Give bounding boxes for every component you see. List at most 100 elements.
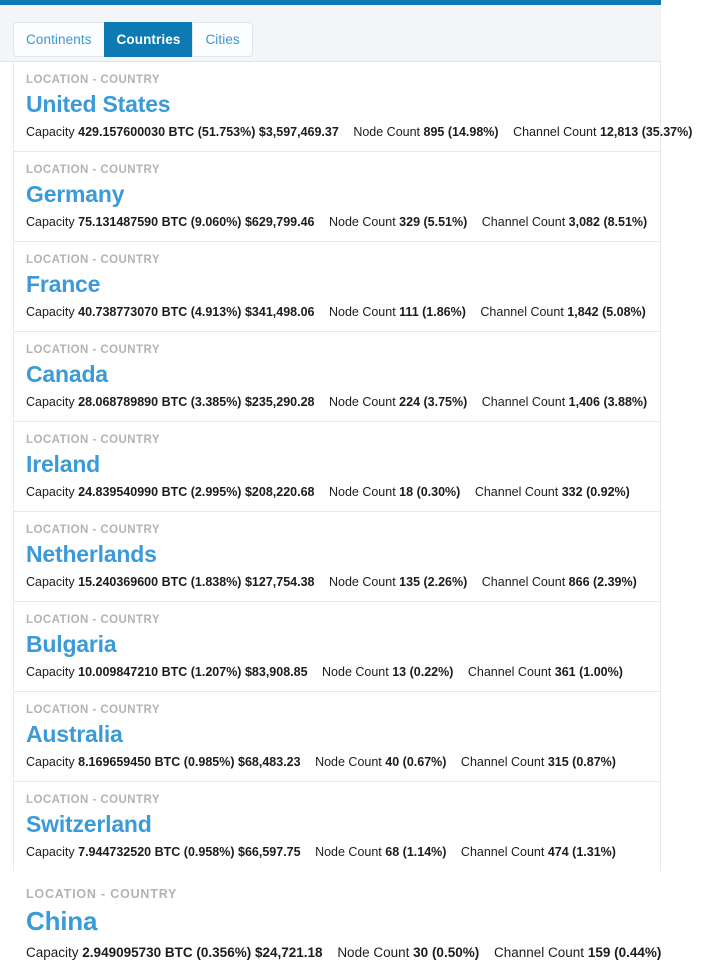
capacity-percent: (4.913%) (190, 305, 242, 319)
capacity-unit: BTC (168, 125, 195, 139)
capacity-btc: 8.169659450 (78, 755, 152, 769)
row-stats: Capacity 10.009847210 BTC (1.207%) $83,9… (26, 664, 660, 681)
node-count-percent: (0.30%) (416, 485, 461, 499)
channel-count-label: Channel Count (493, 945, 585, 960)
country-name-link[interactable]: Switzerland (26, 809, 660, 840)
row-stats: Capacity 7.944732520 BTC (0.958%) $66,59… (26, 844, 660, 861)
stat-group: Node Count 329 (5.51%) (329, 215, 471, 229)
row-kicker: LOCATION - COUNTRY (26, 887, 178, 901)
channel-count-value: 1,842 (567, 305, 599, 319)
channel-count-label: Channel Count (481, 395, 566, 409)
capacity-usd: $208,220.68 (244, 485, 315, 499)
country-name-link[interactable]: Canada (26, 359, 660, 390)
row-stats: Capacity 24.839540990 BTC (2.995%) $208,… (26, 484, 660, 501)
channel-count-label: Channel Count (474, 485, 559, 499)
row-stats: Capacity 75.131487590 BTC (9.060%) $629,… (26, 214, 660, 231)
country-name-link[interactable]: Ireland (26, 449, 660, 480)
row-kicker: LOCATION - COUNTRY (26, 614, 160, 626)
channel-count-label: Channel Count (460, 845, 545, 859)
capacity-label: Capacity (26, 485, 75, 499)
channel-count-value: 12,813 (599, 125, 639, 139)
node-count-label: Node Count (328, 395, 396, 409)
list-item[interactable]: LOCATION - COUNTRY Canada Capacity 28.0687… (14, 332, 660, 422)
stat-group: Node Count 18 (0.30%) (329, 485, 464, 499)
list-item[interactable]: LOCATION - COUNTRY Netherlands Capacity 15… (14, 512, 660, 602)
country-name-link[interactable]: United States (26, 89, 660, 120)
node-count-percent: (2.26%) (423, 575, 468, 589)
capacity-label: Capacity (26, 395, 75, 409)
node-count-label: Node Count (328, 305, 396, 319)
stat-group: Channel Count 361 (1.00%) (468, 665, 623, 679)
stat-group: Capacity 24.839540990 BTC (2.995%) $208,… (26, 485, 318, 499)
channel-count-percent: (2.39%) (593, 575, 637, 589)
list-item[interactable]: LOCATION - COUNTRY Switzerland Capacity 7.… (14, 782, 660, 871)
capacity-percent: (1.207%) (190, 665, 242, 679)
capacity-btc: 7.944732520 (78, 845, 152, 859)
channel-count-label: Channel Count (460, 755, 545, 769)
channel-count-value: 159 (587, 945, 611, 960)
channel-count-value: 315 (547, 755, 569, 769)
capacity-percent: (2.995%) (190, 485, 242, 499)
capacity-btc: 429.157600030 (78, 125, 166, 139)
capacity-label: Capacity (26, 845, 75, 859)
node-count-percent: (0.50%) (431, 945, 480, 960)
node-count-value: 30 (413, 945, 429, 960)
row-kicker: LOCATION - COUNTRY (26, 74, 160, 86)
capacity-btc: 28.068789890 (78, 395, 159, 409)
node-count-value: 329 (399, 215, 421, 229)
list-item[interactable]: LOCATION - COUNTRY United States Capacity … (14, 62, 692, 152)
channel-count-percent: (5.08%) (602, 305, 646, 319)
capacity-unit: BTC (161, 305, 188, 319)
capacity-btc: 2.949095730 (82, 945, 162, 960)
country-name-link[interactable]: Australia (26, 719, 660, 750)
capacity-usd: $66,597.75 (238, 845, 301, 859)
country-name-link[interactable]: Germany (26, 179, 660, 210)
list-item[interactable]: LOCATION - COUNTRY Germany Capacity 75.131… (14, 152, 660, 242)
capacity-btc: 15.240369600 (78, 575, 159, 589)
node-count-percent: (1.86%) (422, 305, 466, 319)
capacity-unit: BTC (161, 395, 188, 409)
country-name-link[interactable]: France (26, 269, 660, 300)
capacity-usd: $24,721.18 (254, 945, 323, 960)
capacity-usd: $127,754.38 (244, 575, 315, 589)
tab-cities[interactable]: Cities (192, 22, 253, 57)
country-name-link[interactable]: Bulgaria (26, 629, 660, 660)
row-stats: Capacity 8.169659450 BTC (0.985%) $68,48… (26, 754, 660, 771)
stat-group: Capacity 8.169659450 BTC (0.985%) $68,48… (26, 755, 304, 769)
node-count-percent: (14.98%) (447, 125, 499, 139)
tab-continents[interactable]: Continents (13, 22, 104, 57)
channel-count-percent: (0.92%) (586, 485, 630, 499)
capacity-percent: (3.385%) (190, 395, 242, 409)
stat-group: Node Count 68 (1.14%) (315, 845, 450, 859)
stat-group: Node Count 13 (0.22%) (322, 665, 457, 679)
stat-group: Channel Count 3,082 (8.51%) (482, 215, 647, 229)
channel-count-percent: (8.51%) (603, 215, 648, 229)
list-item[interactable]: LOCATION - COUNTRY Australia Capacity 8.16… (14, 692, 660, 782)
country-name-link[interactable]: China (26, 904, 714, 939)
capacity-unit: BTC (164, 945, 193, 960)
capacity-percent: (0.985%) (183, 755, 235, 769)
country-name-link[interactable]: Netherlands (26, 539, 660, 570)
stat-group: Capacity 28.068789890 BTC (3.385%) $235,… (26, 395, 318, 409)
channel-count-value: 361 (554, 665, 576, 679)
row-stats: Capacity 2.949095730 BTC (0.356%) $24,72… (26, 943, 714, 962)
channel-count-value: 3,082 (568, 215, 600, 229)
node-count-value: 111 (399, 305, 419, 319)
channel-count-label: Channel Count (480, 305, 564, 319)
capacity-btc: 10.009847210 (78, 665, 159, 679)
stat-group: Capacity 40.738773070 BTC (4.913%) $341,… (26, 305, 318, 319)
list-item[interactable]: LOCATION - COUNTRY Ireland Capacity 24.839… (14, 422, 660, 512)
stat-group: Capacity 2.949095730 BTC (0.356%) $24,72… (26, 945, 326, 960)
tab-countries[interactable]: Countries (103, 22, 193, 57)
node-count-value: 13 (392, 665, 407, 679)
capacity-usd: $235,290.28 (244, 395, 315, 409)
stat-group: Node Count 895 (14.98%) (353, 125, 502, 139)
capacity-usd: $3,597,469.37 (258, 125, 339, 139)
list-item[interactable]: LOCATION - COUNTRY Bulgaria Capacity 10.00… (14, 602, 660, 692)
channel-count-label: Channel Count (481, 575, 566, 589)
row-kicker: LOCATION - COUNTRY (26, 524, 160, 536)
capacity-percent: (51.753%) (197, 125, 256, 139)
capacity-label: Capacity (26, 755, 75, 769)
list-item-last[interactable]: LOCATION - COUNTRY China Capacity 2.949095… (0, 872, 714, 964)
list-item[interactable]: LOCATION - COUNTRY France Capacity 40.7387… (14, 242, 660, 332)
